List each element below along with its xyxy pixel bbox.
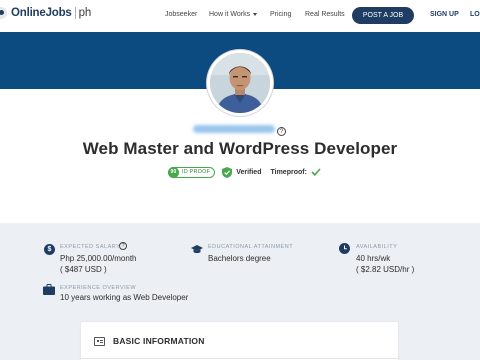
verified-shield-icon	[222, 166, 233, 178]
verified-label: Verified	[236, 168, 262, 176]
basic-information-title: BASIC INFORMATION	[113, 336, 205, 346]
availability-rate: ( $2.82 USD/hr )	[356, 265, 415, 274]
sign-up-link[interactable]: SIGN UP	[430, 11, 459, 18]
card-divider	[81, 358, 398, 359]
post-a-job-button[interactable]: POST A JOB	[352, 7, 414, 24]
timeproof-check-icon	[311, 168, 321, 176]
expected-salary-usd: ( $487 USD )	[60, 265, 107, 274]
id-card-icon	[94, 337, 105, 346]
experience-value: 10 years working as Web Developer	[60, 293, 189, 302]
login-link[interactable]: LO	[470, 11, 480, 18]
salary-help-icon[interactable]: ?	[119, 242, 127, 250]
avatar	[210, 53, 270, 113]
education-value: Bachelors degree	[208, 254, 271, 263]
help-icon[interactable]: ?	[277, 127, 286, 136]
caret-down-icon	[253, 12, 258, 16]
education-label: EDUCATIONAL ATTAINMENT	[208, 244, 294, 250]
logo-mark-icon	[0, 7, 7, 20]
expected-salary-value: Php 25,000.00/month	[60, 254, 137, 263]
nav-link-jobseeker[interactable]: Jobseeker	[165, 11, 197, 18]
graduation-cap-icon	[191, 245, 203, 254]
nav-link-real-results[interactable]: Real Results	[305, 11, 345, 18]
briefcase-icon	[43, 284, 55, 295]
nav-link-pricing[interactable]: Pricing	[270, 11, 291, 18]
top-navbar: OnlineJobs ph Jobseeker How it Works Pric…	[0, 0, 480, 32]
dollar-icon: $	[44, 244, 55, 255]
availability-label: AVAILABILITY	[356, 244, 398, 250]
nav-link-how-it-works[interactable]: How it Works	[209, 11, 258, 18]
profile-title: Web Master and WordPress Developer	[82, 139, 398, 158]
profile-badges: 90 ID PROOF Verified Timeproof:	[168, 166, 321, 178]
logo-text: OnlineJobs ph	[11, 7, 92, 20]
availability-value: 40 hrs/wk	[356, 254, 391, 263]
basic-information-card: BASIC INFORMATION	[81, 322, 398, 360]
id-proof-badge[interactable]: 90 ID PROOF	[168, 166, 216, 178]
clock-icon	[339, 243, 350, 254]
freelancer-name-blurred	[193, 125, 275, 133]
logo[interactable]: OnlineJobs ph	[0, 7, 91, 19]
timeproof-label: Timeproof:	[270, 168, 307, 176]
id-proof-label: ID PROOF	[182, 169, 211, 175]
experience-label: EXPERIENCE OVERVIEW	[60, 285, 137, 291]
id-proof-score: 90	[168, 166, 179, 178]
expected-salary-label: EXPECTED SALARY	[60, 244, 121, 250]
